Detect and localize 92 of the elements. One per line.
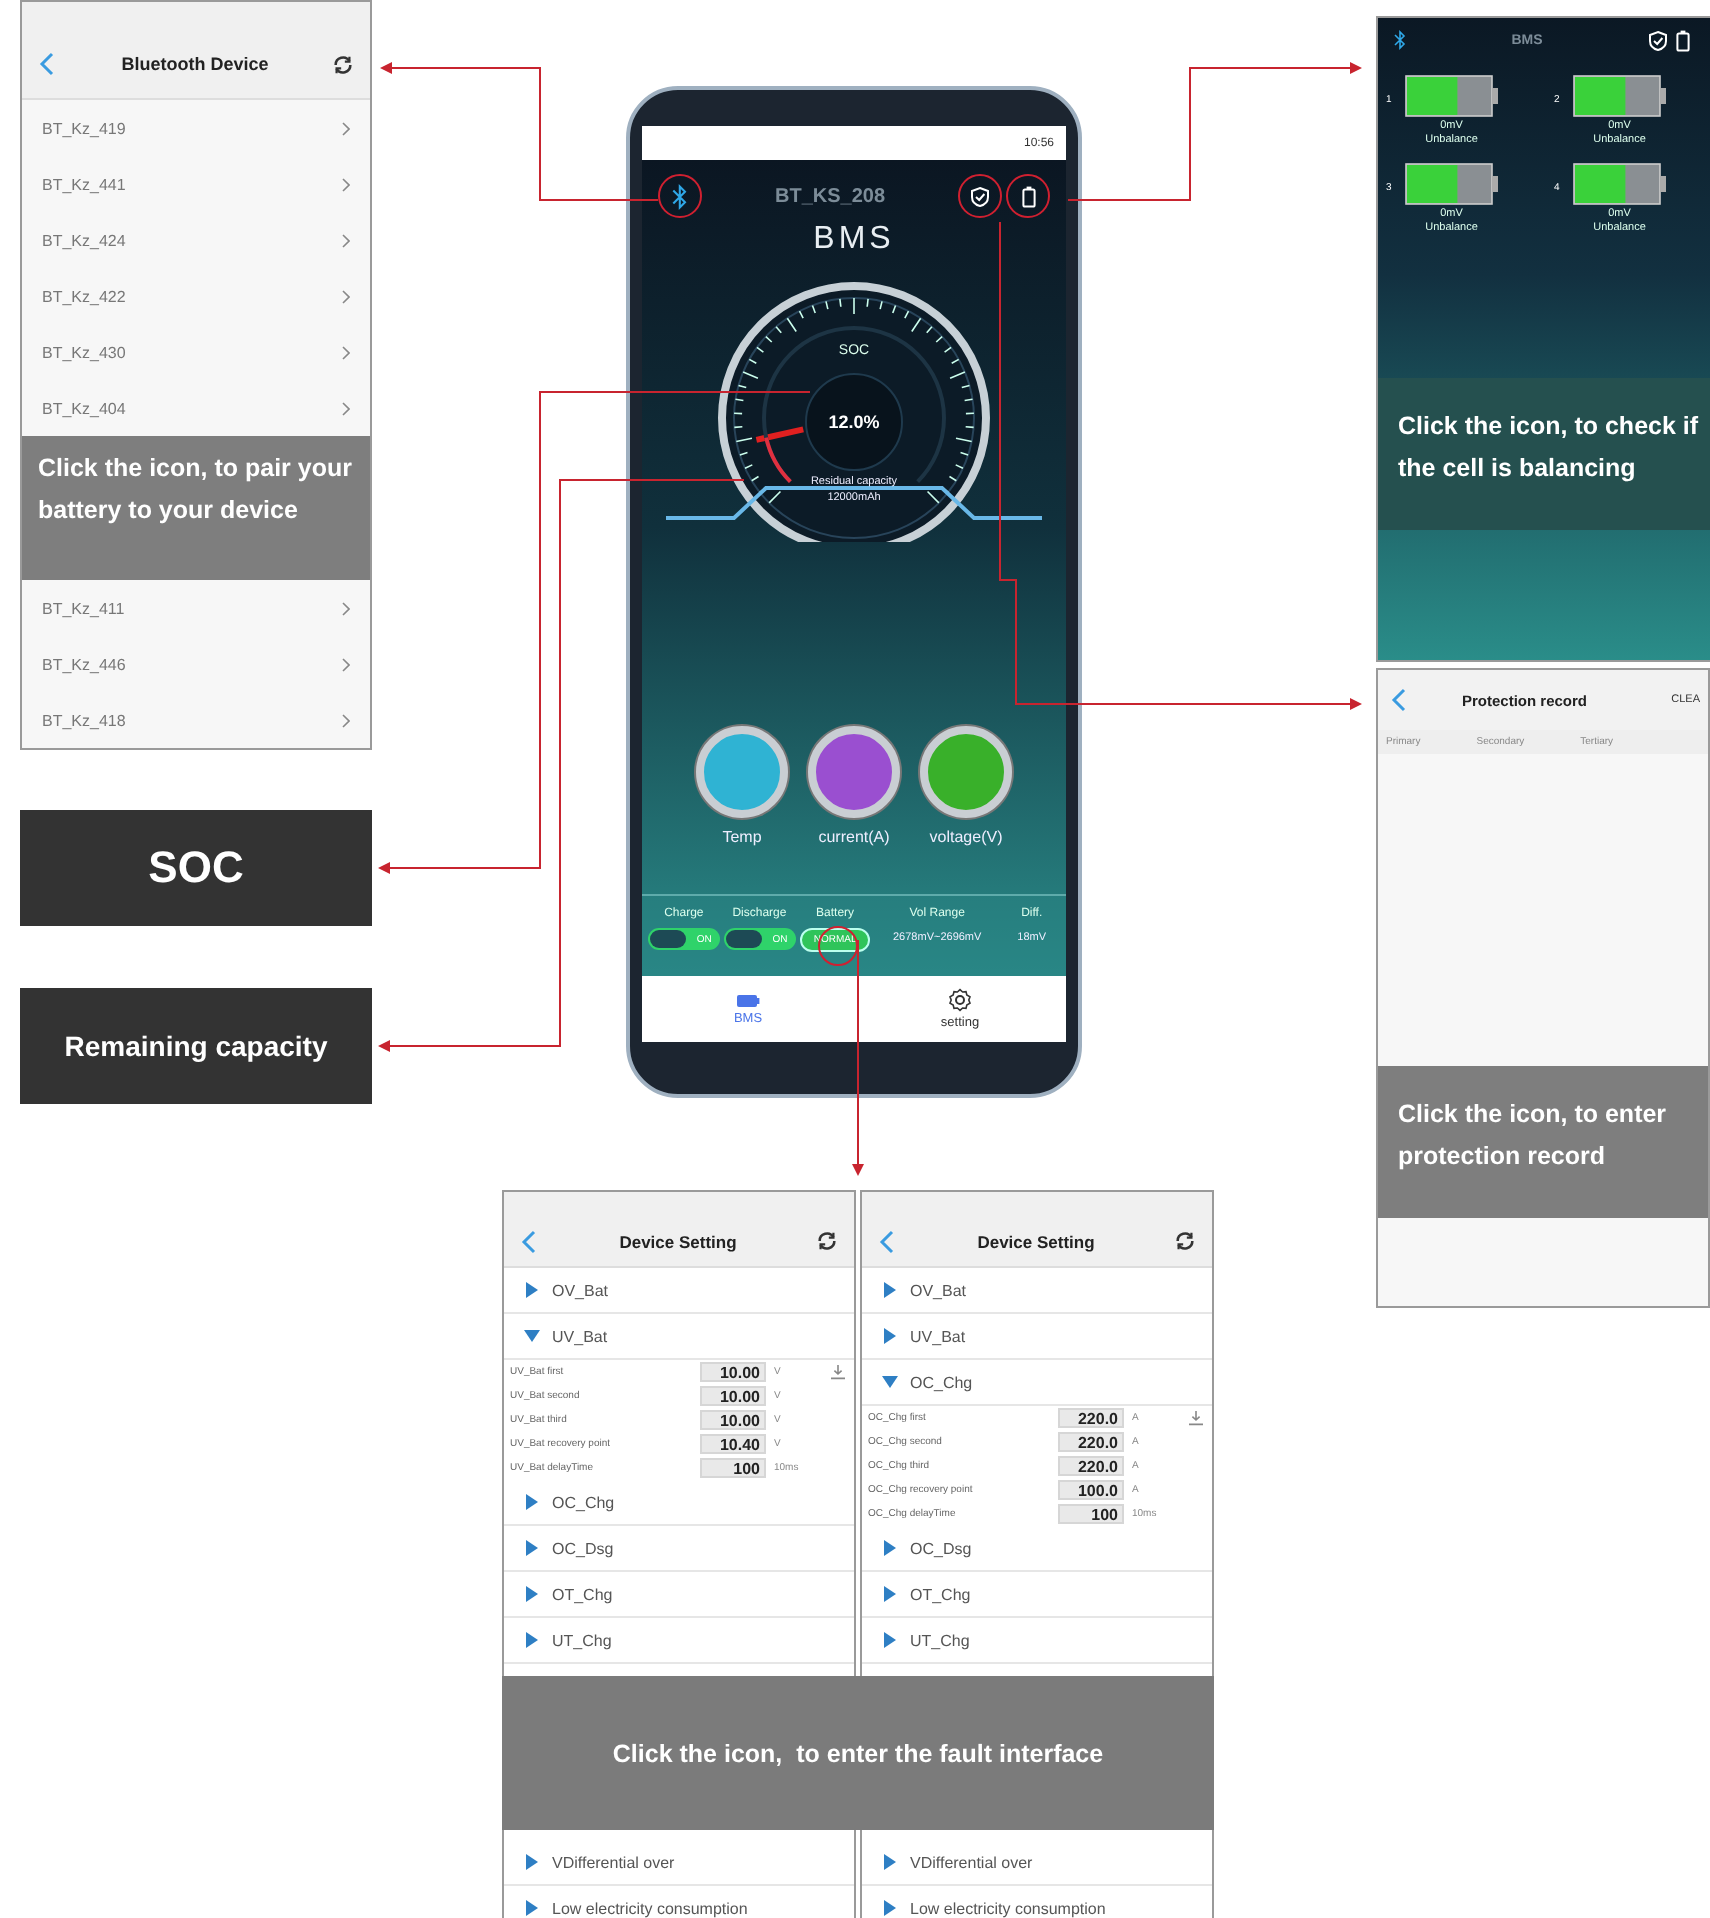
chevron-icon bbox=[342, 657, 350, 671]
caption-text: Click the icon, to check if the cell is balancing bbox=[1398, 412, 1699, 483]
setting-group-row[interactable]: OV_Bat bbox=[862, 1268, 1212, 1314]
back-icon[interactable] bbox=[520, 1229, 540, 1253]
setting-group-row[interactable]: VDifferential over bbox=[504, 1840, 854, 1886]
setting-group-row[interactable]: OC_Dsg bbox=[504, 1526, 854, 1572]
expand-triangle-icon[interactable] bbox=[882, 1540, 898, 1556]
chevron-icon bbox=[342, 713, 350, 727]
caption-text: Click the icon, to pair your battery to your device bbox=[38, 454, 352, 525]
chevron-icon bbox=[342, 601, 350, 615]
expand-triangle-icon[interactable] bbox=[882, 1328, 898, 1344]
back-icon[interactable] bbox=[1390, 688, 1410, 712]
setting-group-row[interactable]: UT_Chg bbox=[862, 1618, 1212, 1664]
parameter-input[interactable]: 220.0 bbox=[1058, 1456, 1124, 1476]
device-name: BT_KS_208 bbox=[774, 185, 886, 207]
device-list-item[interactable]: BT_Kz_404 bbox=[22, 380, 370, 436]
expand-triangle-icon[interactable] bbox=[524, 1494, 540, 1510]
setting-group-row[interactable]: UV_Bat bbox=[504, 1314, 854, 1360]
shield-icon bbox=[970, 185, 990, 207]
meter-label: current(A) bbox=[818, 828, 890, 846]
device-list-item[interactable]: BT_Kz_419 bbox=[22, 100, 370, 156]
battery-icon bbox=[736, 993, 760, 1007]
expand-triangle-icon[interactable] bbox=[882, 1900, 898, 1916]
callout-label: Remaining capacity bbox=[20, 988, 372, 1104]
expand-triangle-icon[interactable] bbox=[524, 1586, 540, 1602]
settings-icon bbox=[948, 988, 972, 1012]
setting-group-row[interactable]: VDifferential over bbox=[862, 1840, 1212, 1886]
collapse-triangle-icon[interactable] bbox=[524, 1328, 540, 1344]
chevron-icon bbox=[342, 345, 350, 359]
setting-group-row[interactable]: OC_Chg bbox=[504, 1480, 854, 1526]
bluetooth-icon bbox=[672, 183, 688, 209]
meter-label: voltage(V) bbox=[929, 828, 1003, 846]
parameter-input[interactable]: 220.0 bbox=[1058, 1432, 1124, 1452]
parameter-input[interactable]: 10.00 bbox=[700, 1386, 766, 1406]
expand-triangle-icon[interactable] bbox=[882, 1282, 898, 1298]
expand-triangle-icon[interactable] bbox=[882, 1586, 898, 1602]
bluetooth-device-screen: Bluetooth Device BT_Kz_419 BT_Kz_441 BT_Kz_424 BT_Kz_422 BT_Kz_430 BT_Kz_404 Click the icon, to pair your battery to your device BT_Kz_411 BT_Kz_446 BT_Kz_418 bbox=[20, 0, 372, 750]
expand-triangle-icon[interactable] bbox=[882, 1632, 898, 1648]
refresh-icon[interactable] bbox=[331, 53, 354, 75]
protection-button[interactable] bbox=[958, 174, 1002, 218]
setting-group-row[interactable]: Low electricity consumption bbox=[504, 1886, 854, 1918]
expand-triangle-icon[interactable] bbox=[882, 1854, 898, 1870]
cell-balance-button[interactable] bbox=[1006, 174, 1050, 218]
device-list-item[interactable]: BT_Kz_411 bbox=[22, 580, 370, 636]
device-list-item[interactable]: BT_Kz_446 bbox=[22, 636, 370, 692]
expand-triangle-icon[interactable] bbox=[524, 1282, 540, 1298]
setting-group-row[interactable]: OV_Bat bbox=[504, 1268, 854, 1314]
caption-text: Click the icon, to enter protection record bbox=[1398, 1100, 1667, 1171]
device-list-item[interactable]: BT_Kz_418 bbox=[22, 692, 370, 748]
setting-group-row[interactable]: OT_Chg bbox=[504, 1572, 854, 1618]
expand-triangle-icon[interactable] bbox=[524, 1900, 540, 1916]
soc-value: 12.0% bbox=[828, 412, 880, 432]
back-icon[interactable] bbox=[878, 1229, 898, 1253]
parameter-input[interactable]: 100 bbox=[700, 1458, 766, 1478]
setting-group-row[interactable]: Low electricity consumption bbox=[862, 1886, 1212, 1918]
chevron-icon bbox=[342, 289, 350, 303]
screen-title: BMS bbox=[813, 222, 895, 256]
battery-icon bbox=[1021, 185, 1035, 207]
device-list-item[interactable]: BT_Kz_422 bbox=[22, 268, 370, 324]
parameter-input[interactable]: 10.00 bbox=[700, 1362, 766, 1382]
chevron-icon bbox=[342, 177, 350, 191]
parameter-input[interactable]: 10.40 bbox=[700, 1434, 766, 1454]
refresh-icon[interactable] bbox=[815, 1230, 838, 1252]
setting-group-row[interactable]: OT_Chg bbox=[862, 1572, 1212, 1618]
meter-label: Temp bbox=[722, 828, 762, 846]
setting-group-row[interactable]: UT_Chg bbox=[504, 1618, 854, 1664]
back-icon[interactable] bbox=[38, 52, 58, 76]
chevron-icon bbox=[342, 401, 350, 415]
chevron-icon bbox=[342, 233, 350, 247]
setting-group-row[interactable]: OC_Chg bbox=[862, 1360, 1212, 1406]
parameter-input[interactable]: 100.0 bbox=[1058, 1480, 1124, 1500]
collapse-triangle-icon[interactable] bbox=[882, 1374, 898, 1390]
bluetooth-icon bbox=[1394, 30, 1406, 50]
callout-label: SOC bbox=[20, 810, 372, 926]
device-list-item[interactable]: BT_Kz_441 bbox=[22, 156, 370, 212]
parameter-input[interactable]: 10.00 bbox=[700, 1410, 766, 1430]
setting-group-row[interactable]: UV_Bat bbox=[862, 1314, 1212, 1360]
device-list-item[interactable]: BT_Kz_430 bbox=[22, 324, 370, 380]
shield-icon bbox=[1648, 29, 1668, 51]
chevron-icon bbox=[342, 121, 350, 135]
parameter-input[interactable]: 220.0 bbox=[1058, 1408, 1124, 1428]
expand-triangle-icon[interactable] bbox=[524, 1632, 540, 1648]
expand-triangle-icon[interactable] bbox=[524, 1540, 540, 1556]
device-list-item[interactable]: BT_Kz_424 bbox=[22, 212, 370, 268]
parameter-input[interactable]: 100 bbox=[1058, 1504, 1124, 1524]
bluetooth-button[interactable] bbox=[658, 174, 702, 218]
expand-triangle-icon[interactable] bbox=[524, 1854, 540, 1870]
download-icon[interactable] bbox=[1188, 1410, 1204, 1426]
download-icon[interactable] bbox=[830, 1364, 846, 1380]
setting-group-row[interactable]: OC_Dsg bbox=[862, 1526, 1212, 1572]
refresh-icon[interactable] bbox=[1173, 1230, 1196, 1252]
battery-icon bbox=[1676, 29, 1690, 51]
